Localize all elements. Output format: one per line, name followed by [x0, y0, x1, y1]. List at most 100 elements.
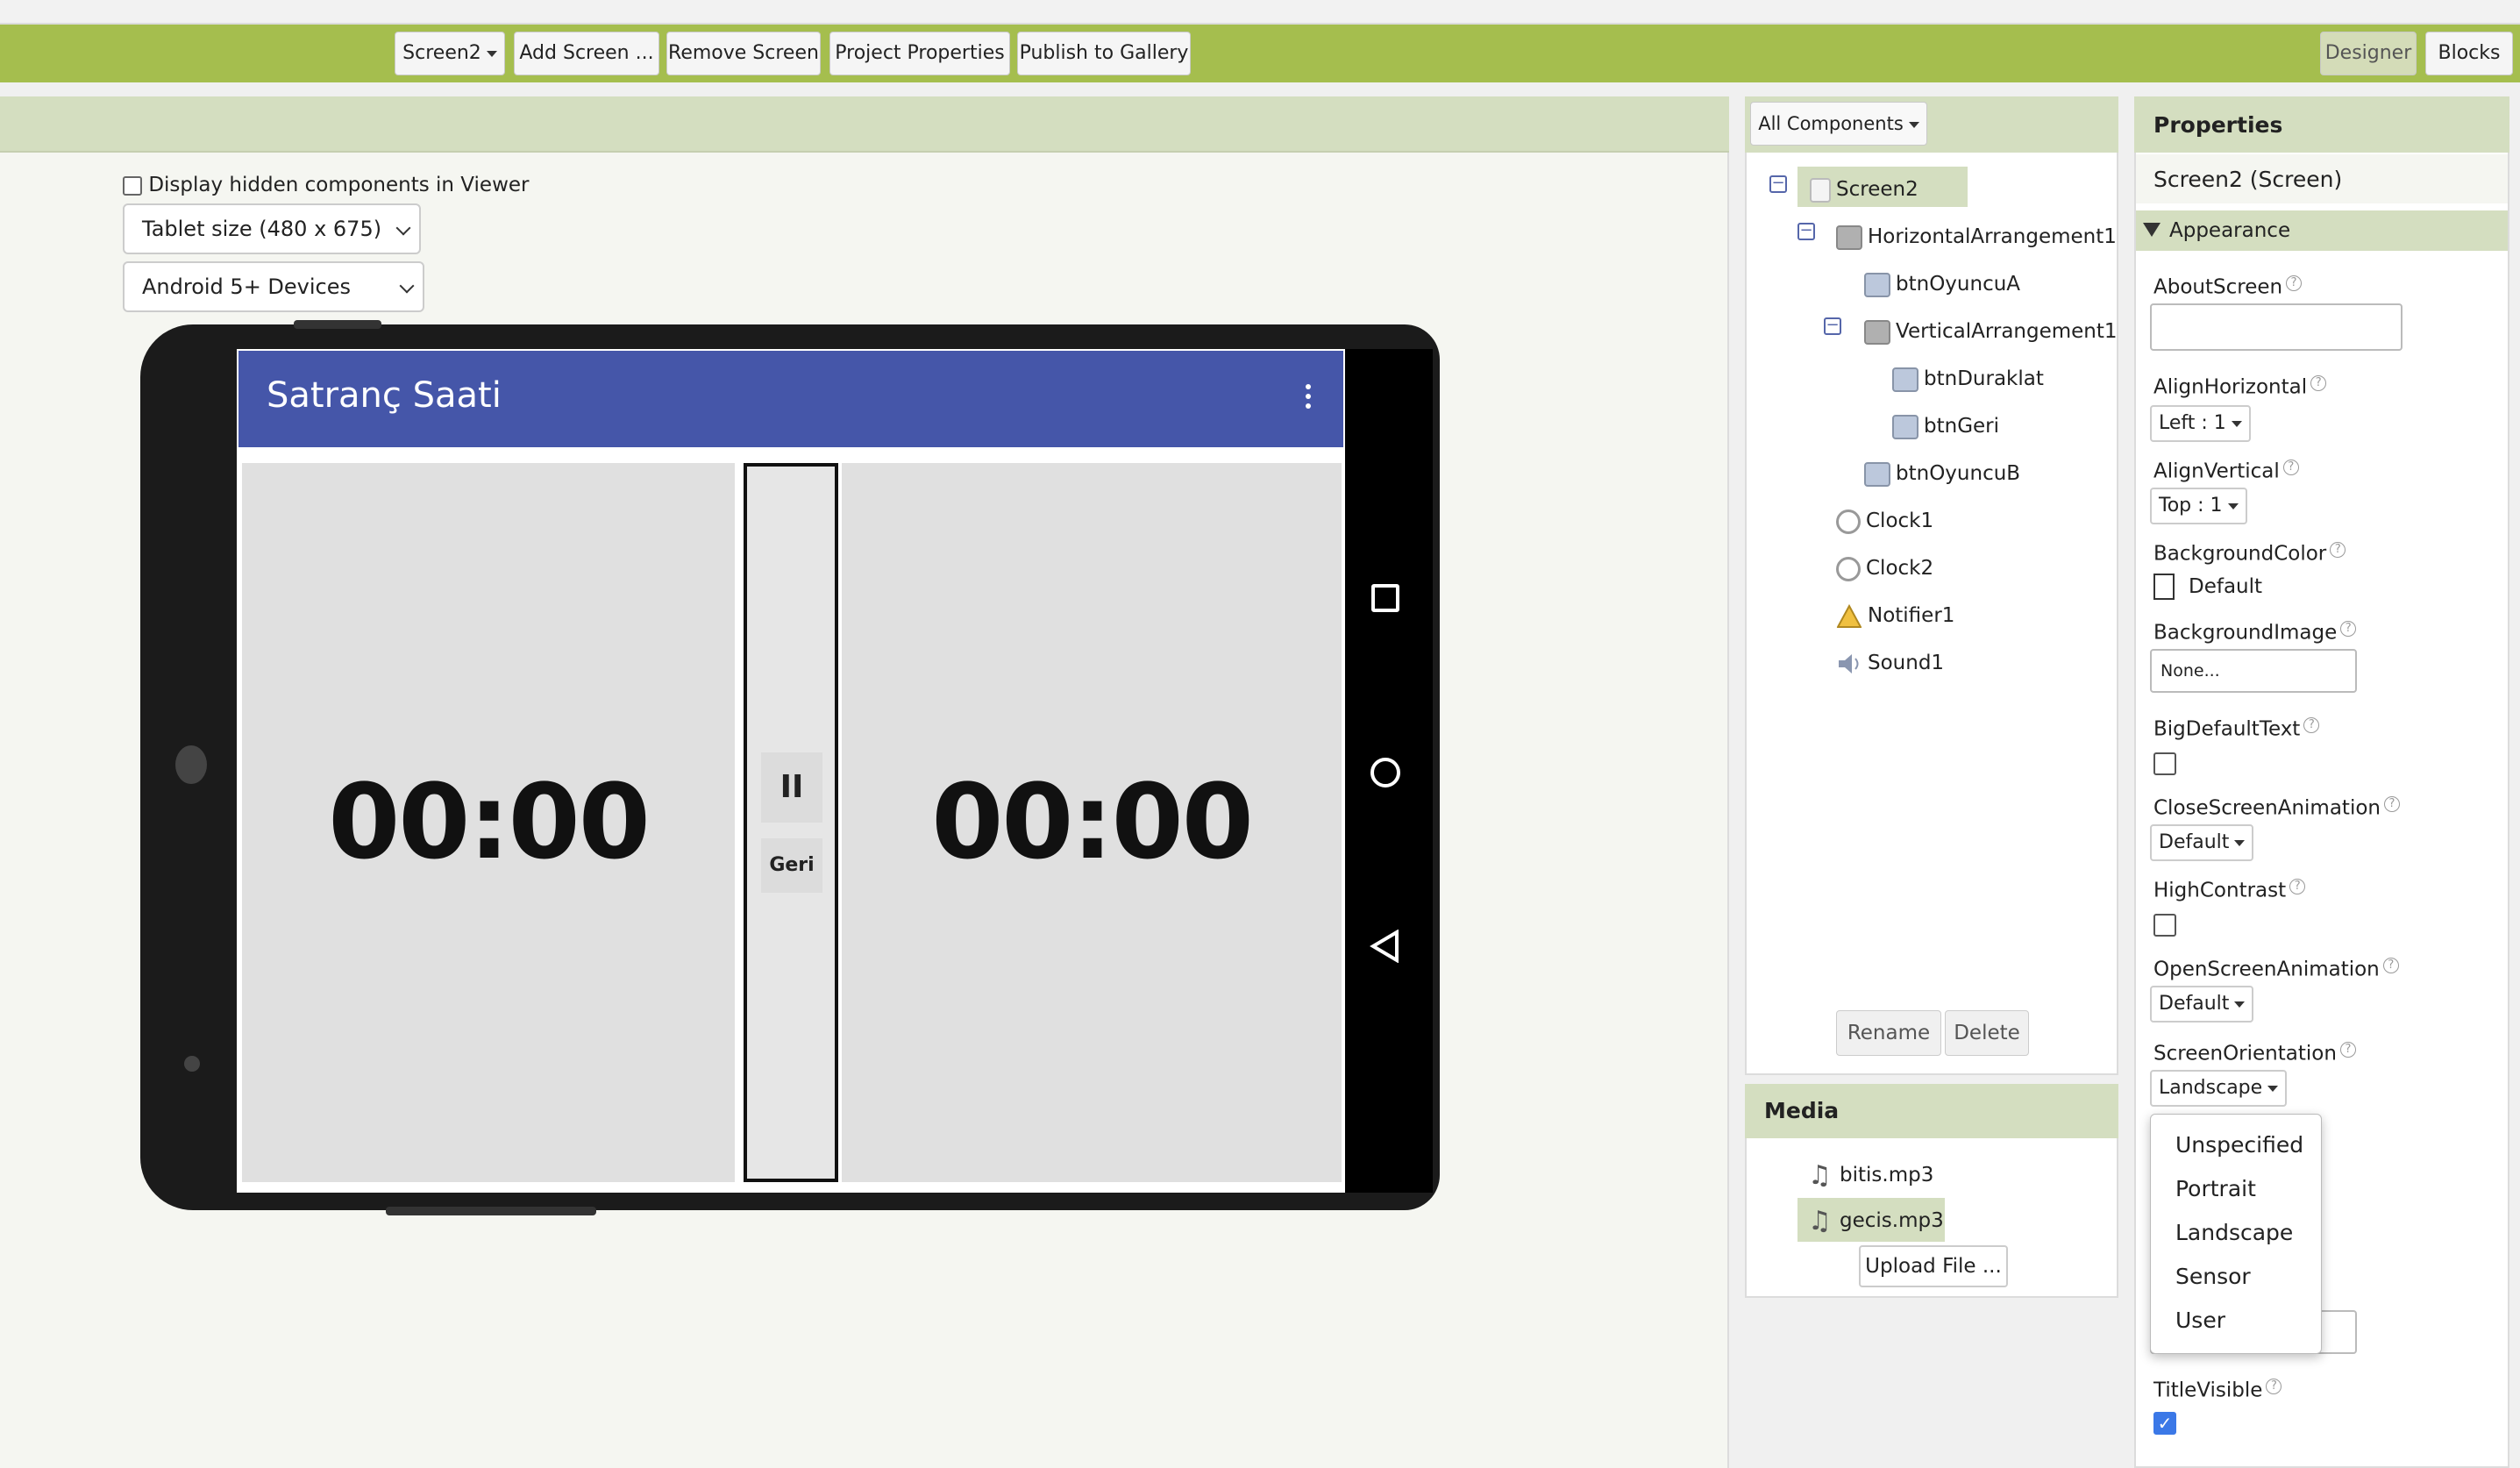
close-screen-animation-select[interactable]: Default	[2150, 824, 2254, 861]
collapse-horizontal-icon[interactable]: −	[1797, 223, 1815, 240]
geri-button[interactable]: Geri	[761, 838, 822, 893]
hidden-components-checkbox[interactable]	[123, 175, 142, 196]
open-screen-animation-select[interactable]: Default	[2150, 986, 2254, 1023]
size-select-value: Tablet size (480 x 675)	[142, 217, 382, 241]
tree-item-sound1[interactable]: Sound1	[1836, 645, 1944, 681]
align-vertical-select[interactable]: Top : 1	[2150, 488, 2247, 524]
properties-title: Properties	[2153, 112, 2283, 138]
orientation-option-landscape[interactable]: Landscape	[2175, 1220, 2293, 1245]
publish-gallery-button[interactable]: Publish to Gallery	[1017, 32, 1191, 75]
designer-button[interactable]: Designer	[2320, 32, 2417, 75]
orientation-option-user[interactable]: User	[2175, 1308, 2225, 1333]
recents-icon[interactable]	[1371, 584, 1399, 612]
btn-oyuncu-a[interactable]: 00:00	[242, 463, 735, 1182]
media-file-gecis[interactable]: ♫ gecis.mp3	[1808, 1203, 1944, 1238]
align-vertical-text: AlignVertical	[2153, 460, 2280, 483]
main-toolbar: Screen2 Add Screen ... Remove Screen Pro…	[0, 25, 2520, 82]
help-icon[interactable]: ?	[2282, 460, 2299, 475]
device-select-value: Android 5+ Devices	[142, 274, 352, 299]
help-icon[interactable]: ?	[2286, 275, 2303, 291]
button-icon	[1864, 461, 1890, 487]
upload-file-button[interactable]: Upload File ...	[1859, 1245, 2008, 1287]
screen-select-label: Screen2	[402, 42, 481, 64]
orientation-option-sensor[interactable]: Sensor	[2175, 1264, 2251, 1289]
tree-item-label: Clock2	[1866, 557, 1934, 580]
size-select[interactable]: Tablet size (480 x 675)	[123, 203, 421, 254]
orientation-option-unspecified[interactable]: Unspecified	[2175, 1132, 2303, 1158]
help-icon[interactable]: ?	[2266, 1379, 2282, 1394]
about-screen-textarea[interactable]	[2150, 303, 2403, 351]
help-icon[interactable]: ?	[2382, 958, 2399, 973]
background-color-swatch[interactable]	[2153, 574, 2175, 600]
orientation-option-portrait[interactable]: Portrait	[2175, 1176, 2256, 1201]
help-icon[interactable]: ?	[2330, 542, 2346, 558]
tree-item-vertical-arrangement[interactable]: VerticalArrangement1	[1864, 314, 2118, 349]
collapse-screen-icon[interactable]: −	[1769, 175, 1787, 193]
tree-item-btn-geri[interactable]: btnGeri	[1892, 409, 1999, 444]
screen-select-button[interactable]: Screen2	[395, 32, 505, 75]
caret-down-icon	[486, 50, 497, 57]
media-title: Media	[1764, 1098, 1840, 1123]
phone-sensor-icon	[184, 1056, 200, 1072]
help-icon[interactable]: ?	[2384, 796, 2400, 812]
vertical-arrangement-frame	[744, 463, 838, 1182]
background-color-value[interactable]: Default	[2189, 575, 2262, 598]
background-color-text: BackgroundColor	[2153, 542, 2327, 566]
delete-button[interactable]: Delete	[1945, 1010, 2029, 1056]
selected-component-name: Screen2 (Screen)	[2153, 167, 2343, 192]
hidden-components-toggle[interactable]: Display hidden components in Viewer	[123, 174, 529, 196]
tree-item-horizontal-arrangement[interactable]: HorizontalArrangement1	[1836, 219, 2117, 254]
tree-item-btn-oyuncu-b[interactable]: btnOyuncuB	[1864, 456, 2020, 491]
tree-item-clock1[interactable]: Clock1	[1836, 503, 1933, 538]
tree-item-clock2[interactable]: Clock2	[1836, 551, 1933, 586]
vertical-arrangement-icon	[1864, 319, 1890, 345]
btn-oyuncu-b[interactable]: 00:00	[842, 463, 1342, 1182]
media-file-label: gecis.mp3	[1840, 1209, 1944, 1232]
rename-button[interactable]: Rename	[1836, 1010, 1941, 1056]
about-screen-label: AboutScreen?	[2153, 275, 2303, 299]
help-icon[interactable]: ?	[2340, 621, 2357, 637]
tree-item-label: VerticalArrangement1	[1896, 320, 2118, 343]
open-screen-animation-text: OpenScreenAnimation	[2153, 958, 2380, 981]
media-file-bitis[interactable]: ♫ bitis.mp3	[1808, 1158, 1933, 1193]
chevron-down-icon	[395, 220, 411, 236]
align-horizontal-select[interactable]: Left : 1	[2150, 405, 2251, 442]
about-screen-text: AboutScreen	[2153, 275, 2283, 299]
phone-camera-icon	[175, 745, 207, 784]
button-icon	[1892, 367, 1918, 392]
project-properties-button[interactable]: Project Properties	[829, 32, 1010, 75]
big-default-text-checkbox[interactable]	[2153, 752, 2176, 775]
tree-item-btn-duraklat[interactable]: btnDuraklat	[1892, 361, 2044, 396]
overflow-menu-icon[interactable]	[1305, 384, 1312, 416]
add-screen-button[interactable]: Add Screen ...	[514, 32, 659, 75]
caret-down-icon	[2267, 1085, 2279, 1092]
high-contrast-checkbox[interactable]	[2153, 914, 2176, 937]
screen-orientation-select[interactable]: Landscape	[2150, 1070, 2288, 1107]
pause-button[interactable]: II	[761, 752, 822, 823]
back-icon[interactable]	[1370, 930, 1401, 963]
components-filter-select[interactable]: All Components	[1750, 102, 1927, 146]
background-image-input[interactable]: None...	[2150, 649, 2357, 693]
tree-item-label: btnOyuncuA	[1896, 273, 2021, 296]
open-screen-animation-value: Default	[2159, 993, 2230, 1015]
tree-item-notifier1[interactable]: Notifier1	[1836, 598, 1954, 633]
collapse-vertical-icon[interactable]: −	[1824, 317, 1841, 335]
remove-screen-button[interactable]: Remove Screen	[666, 32, 821, 75]
tree-item-screen2[interactable]: Screen2	[1810, 172, 1918, 207]
help-icon[interactable]: ?	[2289, 879, 2306, 894]
title-visible-checkbox[interactable]: ✓	[2153, 1412, 2176, 1435]
close-screen-animation-text: CloseScreenAnimation	[2153, 796, 2381, 820]
help-icon[interactable]: ?	[2303, 717, 2320, 733]
help-icon[interactable]: ?	[2339, 1042, 2356, 1058]
blocks-button[interactable]: Blocks	[2425, 32, 2513, 75]
tree-item-btn-oyuncu-a[interactable]: btnOyuncuA	[1864, 267, 2020, 302]
align-vertical-value: Top : 1	[2159, 495, 2223, 517]
appearance-section-label: Appearance	[2169, 219, 2291, 242]
clock-icon	[1836, 509, 1861, 534]
screen-orientation-label: ScreenOrientation?	[2153, 1042, 2356, 1065]
timer-a-label: 00:00	[328, 761, 651, 882]
help-icon[interactable]: ?	[2310, 375, 2327, 391]
orientation-dropdown-menu: Unspecified Portrait Landscape Sensor Us…	[2150, 1114, 2322, 1354]
home-icon[interactable]	[1370, 758, 1400, 787]
device-select[interactable]: Android 5+ Devices	[123, 261, 424, 312]
